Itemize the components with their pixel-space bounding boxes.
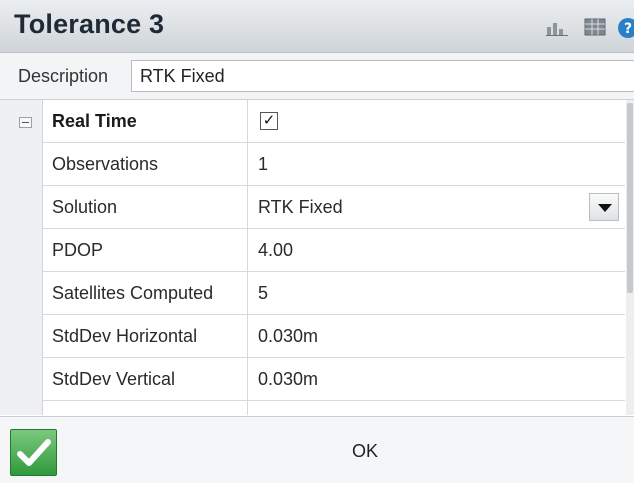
property-value[interactable]: 5 bbox=[249, 272, 625, 314]
chevron-down-icon[interactable] bbox=[589, 193, 619, 221]
accept-button[interactable] bbox=[10, 429, 57, 476]
property-name: PDOP bbox=[43, 229, 248, 271]
property-name: Solution bbox=[43, 186, 248, 228]
vertical-scrollbar[interactable] bbox=[626, 100, 634, 415]
property-value[interactable]: 4.00 bbox=[249, 229, 625, 271]
description-label: Description bbox=[18, 66, 109, 86]
window-title: Tolerance 3 bbox=[14, 9, 165, 39]
grid-gutter bbox=[0, 100, 43, 415]
row-satellites-computed[interactable]: Satellites Computed 5 bbox=[43, 272, 625, 315]
property-name bbox=[43, 401, 248, 415]
property-value[interactable]: 0.030m bbox=[249, 358, 625, 400]
property-name: StdDev Vertical bbox=[43, 358, 248, 400]
row-solution[interactable]: Solution RTK Fixed bbox=[43, 186, 625, 229]
property-rows: Real Time ✓ Observations 1 Solution RTK … bbox=[43, 100, 625, 415]
property-value bbox=[249, 401, 625, 415]
property-value[interactable]: 0.030m bbox=[249, 315, 625, 357]
group-row-real-time: Real Time ✓ bbox=[43, 100, 625, 143]
row-stddev-horizontal[interactable]: StdDev Horizontal 0.030m bbox=[43, 315, 625, 358]
footer-bar: OK bbox=[0, 416, 634, 483]
checkmark-icon bbox=[17, 439, 51, 466]
svg-text:?: ? bbox=[624, 21, 632, 37]
row-stddev-vertical[interactable]: StdDev Vertical 0.030m bbox=[43, 358, 625, 401]
property-grid: Real Time ✓ Observations 1 Solution RTK … bbox=[0, 100, 634, 415]
real-time-checkbox[interactable]: ✓ bbox=[260, 112, 278, 130]
collapse-group-icon[interactable] bbox=[19, 117, 32, 128]
title-bar: Tolerance 3 ? bbox=[0, 0, 634, 53]
scroll-thumb[interactable] bbox=[627, 103, 633, 293]
solution-select[interactable]: RTK Fixed bbox=[249, 186, 625, 228]
row-observations[interactable]: Observations 1 bbox=[43, 143, 625, 186]
ok-label: OK bbox=[351, 441, 378, 461]
grid-icon[interactable] bbox=[584, 18, 606, 36]
property-name: Satellites Computed bbox=[43, 272, 248, 314]
real-time-value-cell: ✓ bbox=[249, 100, 625, 142]
row-pdop[interactable]: PDOP 4.00 bbox=[43, 229, 625, 272]
property-name: Observations bbox=[43, 143, 248, 185]
group-name: Real Time bbox=[43, 100, 248, 142]
property-value[interactable]: 1 bbox=[249, 143, 625, 185]
chart-icon[interactable] bbox=[546, 18, 568, 36]
ok-button[interactable]: OK bbox=[290, 431, 440, 471]
row-partially-hidden bbox=[43, 401, 625, 415]
help-icon[interactable]: ? bbox=[618, 18, 634, 38]
description-input[interactable] bbox=[131, 60, 634, 92]
property-name: StdDev Horizontal bbox=[43, 315, 248, 357]
solution-value: RTK Fixed bbox=[258, 197, 343, 217]
description-bar: Description bbox=[0, 53, 634, 100]
